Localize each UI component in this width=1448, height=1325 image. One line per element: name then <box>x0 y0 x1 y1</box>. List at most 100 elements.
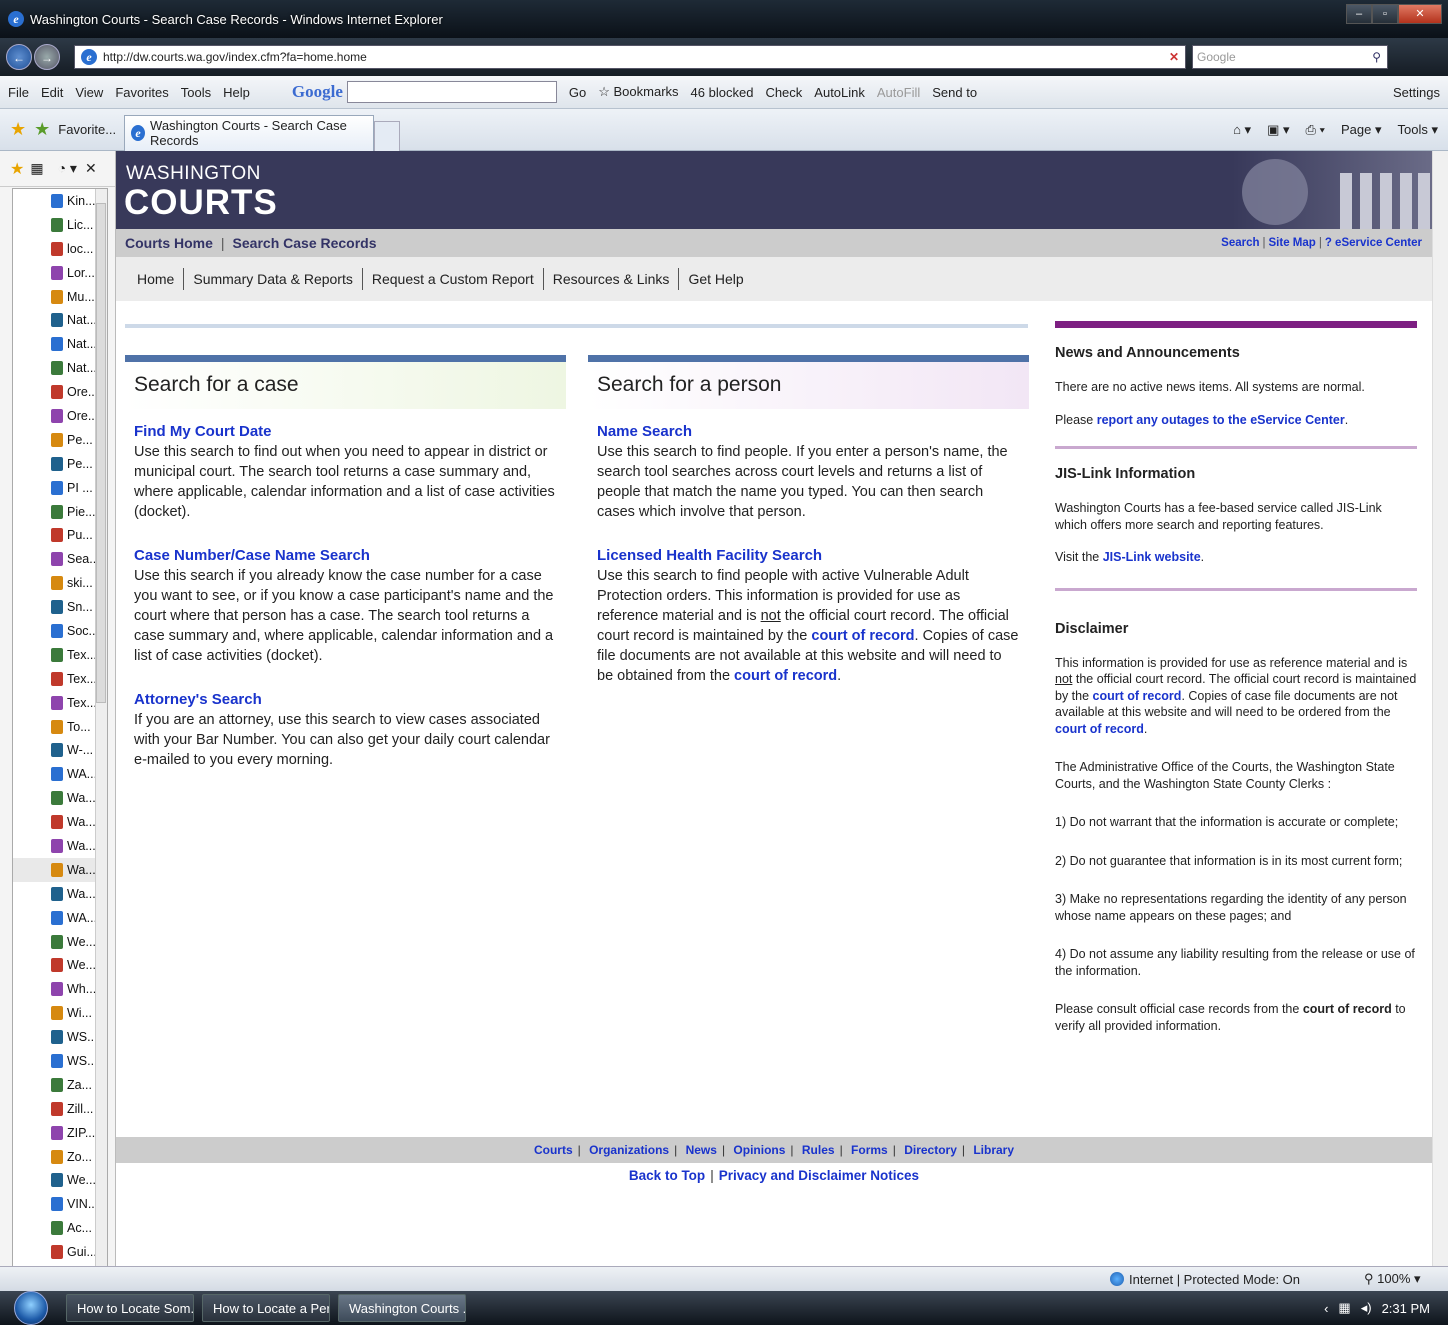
sidebar-history-icon[interactable]: ◔ ▾ <box>58 160 77 177</box>
sidebar-favorite-item[interactable]: WS... <box>13 1025 107 1049</box>
util-eservice-link[interactable]: eService Center <box>1335 237 1422 249</box>
autolink-button[interactable]: AutoLink <box>814 85 865 100</box>
sidebar-favorite-item[interactable]: Wi... <box>13 1001 107 1025</box>
zoom-level[interactable]: ⚲ 100% ▾ <box>1364 1271 1421 1287</box>
sidebar-favorite-item[interactable]: ski... <box>13 571 107 595</box>
footer-organizations[interactable]: Organizations <box>589 1143 669 1157</box>
sidebar-favorite-item[interactable]: Wa... <box>13 857 107 882</box>
sidebar-favorite-item[interactable]: Lor... <box>13 261 107 285</box>
sidebar-favorite-item[interactable]: We... <box>13 954 107 978</box>
help-icon[interactable]: ? <box>1325 237 1332 249</box>
nav-resources[interactable]: Resources & Links <box>544 268 680 290</box>
network-icon[interactable]: ▦ <box>1338 1300 1350 1316</box>
sidebar-favorite-item[interactable]: Soc... <box>13 619 107 643</box>
favorites-button[interactable]: Favorite... <box>58 122 116 137</box>
sidebar-favorite-item[interactable]: ZIP... <box>13 1121 107 1145</box>
search-input[interactable]: Google ⚲ <box>1192 45 1388 69</box>
tab-washington-courts[interactable]: e Washington Courts - Search Case Record… <box>124 114 375 151</box>
menu-file[interactable]: File <box>8 85 29 100</box>
sendto-button[interactable]: Send to <box>932 85 977 100</box>
add-favorite-icon[interactable]: ★ <box>34 119 50 140</box>
sidebar-favorite-item[interactable]: Sn... <box>13 595 107 619</box>
sidebar-favorite-item[interactable]: Kin... <box>13 189 107 213</box>
sidebar-favorites-icon[interactable]: ★ <box>10 159 24 179</box>
jis-link-website[interactable]: JIS-Link website <box>1103 550 1201 564</box>
back-button[interactable]: ← <box>6 44 32 70</box>
go-button[interactable]: Go <box>569 85 586 100</box>
courts-home-link[interactable]: Courts Home <box>125 235 213 251</box>
sidebar-favorite-item[interactable]: W-... <box>13 738 107 762</box>
sidebar-favorite-item[interactable]: Wa... <box>13 786 107 810</box>
taskbar-item-2[interactable]: How to Locate a Per... <box>202 1294 330 1322</box>
sidebar-close-icon[interactable]: ✕ <box>85 160 97 177</box>
sidebar-feeds-icon[interactable]: ▦ <box>30 160 43 177</box>
minimize-button[interactable]: – <box>1346 4 1372 24</box>
menu-view[interactable]: View <box>75 85 103 100</box>
new-tab-button[interactable] <box>374 120 401 151</box>
footer-forms[interactable]: Forms <box>851 1143 888 1157</box>
forward-button[interactable]: → <box>34 44 60 70</box>
feeds-icon[interactable]: ▣ ▾ <box>1267 122 1289 138</box>
clock[interactable]: 2:31 PM <box>1382 1301 1430 1316</box>
nav-home[interactable]: Home <box>128 268 185 290</box>
sidebar-scrollbar[interactable] <box>95 189 107 1287</box>
court-of-record-link-2[interactable]: court of record <box>734 668 837 684</box>
stop-icon[interactable]: ✕ <box>1169 50 1179 64</box>
google-search-box[interactable] <box>346 81 557 103</box>
menu-edit[interactable]: Edit <box>41 85 63 100</box>
sidebar-favorite-item[interactable]: Zill... <box>13 1097 107 1121</box>
sidebar-favorite-item[interactable]: Nat... <box>13 356 107 380</box>
url-field[interactable]: e http://dw.courts.wa.gov/index.cfm?fa=h… <box>74 45 1186 69</box>
page-scrollbar[interactable] <box>1432 151 1448 1291</box>
util-search-link[interactable]: Search <box>1221 237 1259 249</box>
back-to-top-link[interactable]: Back to Top <box>629 1168 705 1183</box>
sidebar-favorite-item[interactable]: Mu... <box>13 285 107 309</box>
sidebar-favorite-item[interactable]: WA... <box>13 762 107 786</box>
sidebar-favorite-item[interactable]: Wh... <box>13 977 107 1001</box>
nav-summary-data[interactable]: Summary Data & Reports <box>184 268 363 290</box>
privacy-link[interactable]: Privacy and Disclaimer Notices <box>719 1168 919 1183</box>
search-case-records-link[interactable]: Search Case Records <box>233 235 377 251</box>
sidebar-favorite-item[interactable]: Wa... <box>13 810 107 834</box>
report-outages-link[interactable]: report any outages to the eService Cente… <box>1097 413 1345 427</box>
sidebar-favorite-item[interactable]: PI ... <box>13 476 107 500</box>
close-button[interactable]: ✕ <box>1398 4 1442 24</box>
menu-favorites[interactable]: Favorites <box>115 85 168 100</box>
nav-custom-report[interactable]: Request a Custom Report <box>363 268 544 290</box>
sidebar-favorite-item[interactable]: We... <box>13 1169 107 1193</box>
sidebar-favorite-item[interactable]: Wa... <box>13 882 107 906</box>
sidebar-favorite-item[interactable]: Zo... <box>13 1145 107 1169</box>
sidebar-favorite-item[interactable]: We... <box>13 930 107 954</box>
sidebar-favorite-item[interactable]: loc... <box>13 237 107 261</box>
nav-get-help[interactable]: Get Help <box>679 268 752 290</box>
security-zone[interactable]: Internet | Protected Mode: On <box>1110 1272 1300 1287</box>
sidebar-favorite-item[interactable]: Pie... <box>13 500 107 524</box>
bookmarks-button[interactable]: ☆ Bookmarks <box>598 84 678 100</box>
footer-news[interactable]: News <box>686 1143 717 1157</box>
tray-expand-icon[interactable]: ‹ <box>1324 1301 1328 1316</box>
find-court-date-link[interactable]: Find My Court Date <box>134 423 557 440</box>
search-icon[interactable]: ⚲ <box>1372 46 1381 68</box>
settings-button[interactable]: Settings <box>1393 85 1440 100</box>
start-button[interactable] <box>14 1291 48 1325</box>
taskbar-item-3[interactable]: Washington Courts ... <box>338 1294 466 1322</box>
volume-icon[interactable]: ◂) <box>1361 1300 1372 1316</box>
sidebar-favorite-item[interactable]: Ore... <box>13 404 107 428</box>
taskbar-item-1[interactable]: How to Locate Som... <box>66 1294 194 1322</box>
util-sitemap-link[interactable]: Site Map <box>1269 237 1316 249</box>
sidebar-favorite-item[interactable]: Tex... <box>13 643 107 667</box>
check-button[interactable]: Check <box>765 85 802 100</box>
footer-directory[interactable]: Directory <box>904 1143 957 1157</box>
page-menu[interactable]: Page ▾ <box>1341 122 1382 138</box>
autofill-button[interactable]: AutoFill <box>877 85 920 100</box>
tools-menu[interactable]: Tools ▾ <box>1398 122 1439 138</box>
menu-help[interactable]: Help <box>223 85 250 100</box>
sidebar-favorite-item[interactable]: Za... <box>13 1073 107 1097</box>
sidebar-favorite-item[interactable]: Nat... <box>13 332 107 356</box>
sidebar-favorite-item[interactable]: Wa... <box>13 834 107 858</box>
sidebar-favorite-item[interactable]: Ac... <box>13 1216 107 1240</box>
home-icon[interactable]: ⌂ ▾ <box>1233 122 1251 138</box>
maximize-button[interactable]: ▫ <box>1372 4 1398 24</box>
disc-court-of-record-link-2[interactable]: court of record <box>1055 722 1144 736</box>
popup-blocked-button[interactable]: 46 blocked <box>691 85 754 100</box>
